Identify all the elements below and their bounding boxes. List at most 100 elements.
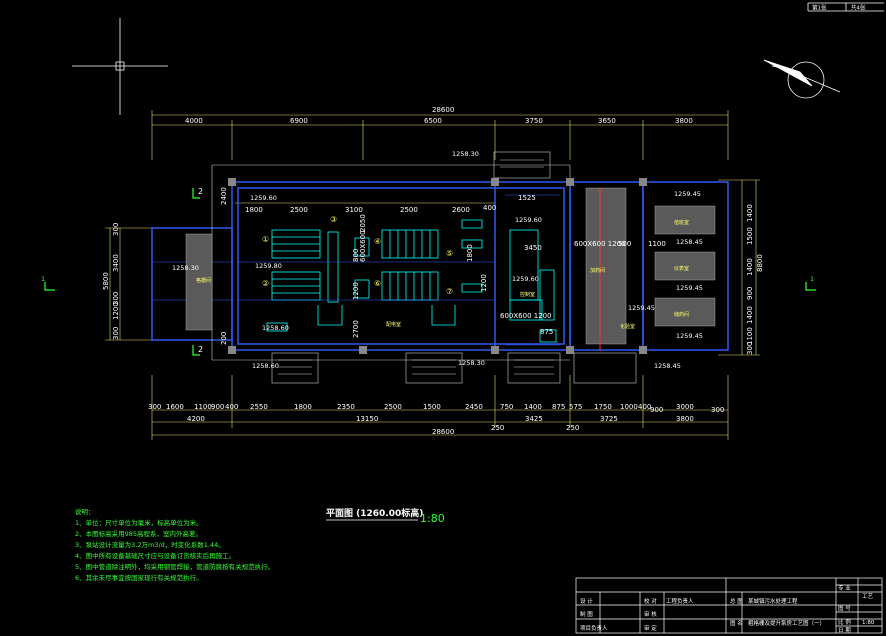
left-dims-item: 5800	[102, 272, 110, 290]
section-mark-2-top: 2	[198, 187, 203, 196]
inner-vertical-dims-item: 1200	[480, 274, 488, 292]
room-labels-item: 值班室	[674, 219, 689, 226]
inner-vertical-dims-item: 2700	[352, 320, 360, 338]
bottom-dims-row1-item: 2350	[337, 403, 355, 411]
drawing-title: 平面图 (1260.00标高)	[326, 507, 423, 519]
title-block-text-item: 日 期	[838, 627, 851, 634]
title-block-text: 设 计 制 图 项目负责人 校 对 审 核 审 定 工程负责人 总 图 图 名 …	[580, 584, 875, 634]
bottom-dims-row1-item: 2550	[250, 403, 268, 411]
elevation-labels-item: 1259.45	[674, 190, 701, 198]
elevation-labels-item: 1258.60	[262, 324, 289, 332]
right-dims-item: 1400	[746, 306, 754, 324]
inner-vertical-dims-item: 1200	[352, 282, 360, 300]
elevation-labels-item: 1259.60	[515, 216, 542, 224]
title-block-text-item: 粗格栅及提升泵房工艺图（一）	[748, 619, 825, 627]
inner-top-dims-item: 1525	[518, 194, 536, 202]
drawing-scale: 1:80	[420, 512, 445, 525]
room-labels-item: 仪表室	[674, 265, 689, 272]
design-notes: 说明： 1、单位：尺寸单位为毫米，标高单位为米。 2、本图标高采用985高程系，…	[75, 507, 274, 582]
inner-top-dims-item: 400	[483, 204, 496, 212]
right-dims-item: 1400	[746, 204, 754, 222]
inner-misc-dims-item: 3450	[524, 244, 542, 252]
bottom-dims-row2-item: 250	[491, 424, 504, 432]
room-labels-item: 储药间	[674, 311, 689, 318]
bottom-dims-row1-item: 300	[711, 406, 724, 414]
dim-top-seg: 3800	[675, 117, 693, 125]
equipment-numbers-item: ①	[262, 235, 269, 244]
bottom-dims-row1-item: 400	[225, 403, 238, 411]
equipment-numbers-item: ⑦	[446, 287, 453, 296]
title-block-text-item: 1:80	[862, 620, 875, 626]
left-dims-item: 3400	[112, 254, 120, 272]
plan-drawing: 第1张 共4张 1 1 2 2 28600 4000 6900 6500 375…	[41, 2, 884, 634]
bottom-dims-row2-item: 28600	[432, 428, 454, 436]
design-notes-item: 2、本图标高采用985高程系，室内外高差。	[75, 529, 202, 538]
title-block-text-item: 专 业	[838, 584, 851, 592]
room-labels-item: 配电室	[386, 321, 401, 328]
bottom-dims-row1-item: 1100	[194, 403, 212, 411]
title-block-text-item: 某城镇污水处理工程	[748, 597, 798, 605]
elevation-labels-item: 1258.30	[452, 150, 479, 158]
cad-crosshair-cursor	[72, 18, 168, 115]
elevation-labels-item: 1258.45	[654, 362, 681, 370]
elevation-labels-item: 1258.45	[676, 238, 703, 246]
bottom-dims-row1-item: 1600	[166, 403, 184, 411]
room-labels-item: 格栅间	[196, 277, 211, 284]
inner-vertical-dims-item: 800	[352, 249, 360, 262]
section-mark-1-left: 1	[41, 275, 45, 283]
dim-top-overall: 28600	[432, 106, 454, 114]
left-dims-item: 300	[112, 292, 120, 305]
equipment-numbers-item: ⑥	[374, 279, 381, 288]
bottom-dims-row1-item: 1800	[294, 403, 312, 411]
inner-misc-dims-item: 1100	[648, 240, 666, 248]
elevation-labels-item: 1259.45	[676, 284, 703, 292]
dim-top-seg: 6900	[290, 117, 308, 125]
design-notes-item: 3、泵站设计流量为3.2万m3/d，时变化系数1.44。	[75, 540, 225, 549]
dim-top-seg: 4000	[185, 117, 203, 125]
elevation-labels-item: 1258.60	[252, 362, 279, 370]
design-notes-item: 1、单位：尺寸单位为毫米，标高单位为米。	[75, 518, 203, 527]
left-dims-item: 2400	[220, 187, 228, 205]
bottom-dims-row2-item: 3425	[525, 415, 543, 423]
equipment-numbers-item: ②	[262, 279, 269, 288]
bottom-dims-row1-item: 3000	[676, 403, 694, 411]
dim-top-seg: 3750	[525, 117, 543, 125]
bottom-dims-row1-item: 1500	[423, 403, 441, 411]
outdoor-steps	[271, 151, 637, 384]
title-block	[575, 577, 883, 634]
bottom-dims-row1-item: 2450	[465, 403, 483, 411]
room-labels-item: 控制室	[520, 291, 535, 298]
title-block-text-item: 图 号	[838, 604, 851, 612]
bottom-dims-row2: 4200 13150 250 3425 3725 3800 250 28600	[187, 415, 694, 436]
right-dims-item: 900	[746, 287, 754, 300]
title-block-text-item: 图 名	[730, 619, 743, 627]
design-notes-item: 6、其余未尽事宜按国家现行有关规范执行。	[75, 573, 203, 582]
bottom-dims-row2-item: 3725	[600, 415, 618, 423]
inner-top-dims-item: 1800	[245, 206, 263, 214]
inner-top-dims: 1800 2500 3100 2500 2600 400 1525	[245, 194, 536, 214]
sheet-number: 第1张	[812, 4, 827, 12]
elevation-labels-item: 1259.45	[676, 332, 703, 340]
elevation-labels-item: 1258.30	[172, 264, 199, 272]
room-labels-item: 化验室	[620, 323, 635, 330]
title-block-text-item: 工程负责人	[666, 597, 694, 605]
equipment-numbers-item: ⑤	[446, 249, 453, 258]
structural-columns	[228, 178, 647, 354]
right-dims-item: 300	[746, 342, 754, 355]
bottom-dims-row1-item: 750	[500, 403, 513, 411]
right-dims: 8800 1100 1400 900 1400 1500 1400 300	[746, 204, 764, 355]
bottom-dims-row1-item: 1400	[524, 403, 542, 411]
cad-drawing-canvas: 第1张 共4张 1 1 2 2 28600 4000 6900 6500 375…	[0, 0, 886, 636]
elevation-labels-item: 1259.45	[628, 304, 655, 312]
section-mark-1-right: 1	[810, 275, 814, 283]
equipment-numbers-item: ③	[330, 215, 337, 224]
dim-top-seg: 3650	[598, 117, 616, 125]
title-block-text-item: 工艺	[862, 593, 874, 600]
bottom-dims-row2-item: 4200	[187, 415, 205, 423]
elevation-labels-item: 1258.30	[458, 359, 485, 367]
inner-misc-dims: 600X600 1200 3450 600X600 1200 875 500 1…	[500, 240, 666, 336]
inner-vertical-dims-item: 600X600	[359, 230, 367, 262]
right-dims-item: 1500	[746, 227, 754, 245]
elevation-labels-item: 1259.60	[250, 194, 277, 202]
inner-top-dims-item: 2500	[400, 206, 418, 214]
